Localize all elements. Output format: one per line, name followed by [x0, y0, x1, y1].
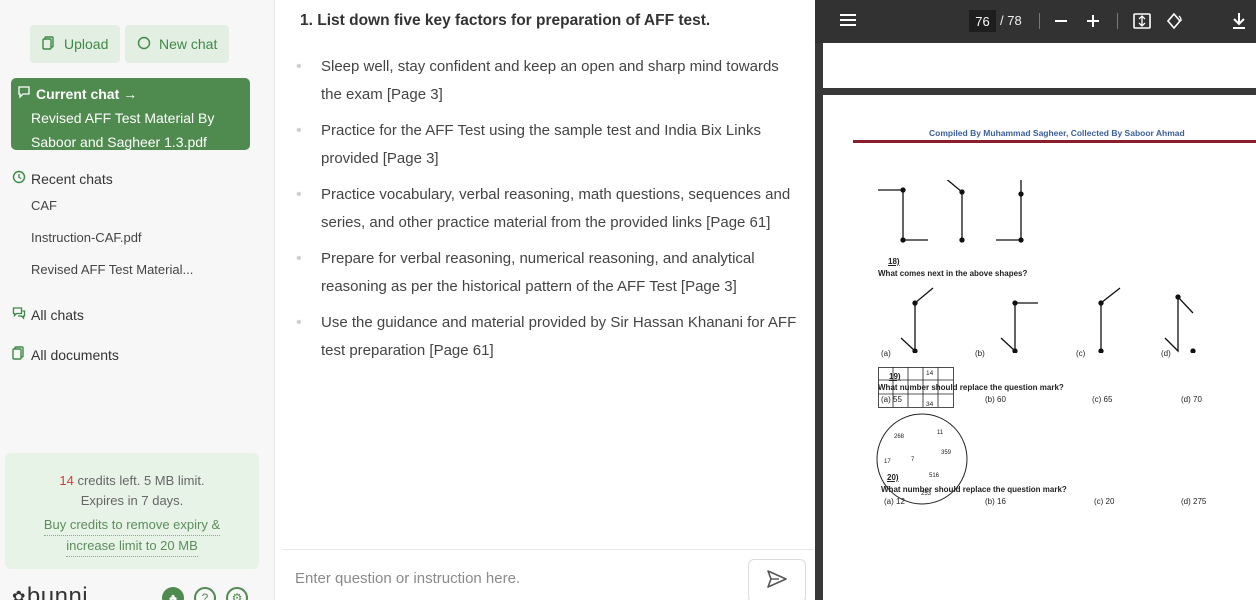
current-chat-card[interactable]: Current chat → Revised AFF Test Material…	[11, 78, 250, 150]
recent-chats-heading: Recent chats	[12, 170, 113, 187]
settings-icon[interactable]: ⚙	[226, 587, 248, 600]
new-chat-label: New chat	[159, 36, 218, 52]
tree-icon[interactable]: ♣	[162, 587, 184, 600]
q20-option-b: (b) 16	[985, 497, 1006, 506]
q19-option-d: (d) 70	[1181, 395, 1202, 404]
chat-bubble-icon	[17, 82, 31, 106]
q20-option-d: (d) 275	[1181, 497, 1207, 506]
q18-figure-sequence	[878, 180, 1024, 243]
q20-circle-value: 516	[929, 473, 940, 479]
q18-option-d: (d)	[1161, 349, 1171, 358]
credits-panel: 14 credits left. 5 MB limit. Expires in …	[5, 453, 259, 569]
answer-item: Use the guidance and material provided b…	[296, 309, 800, 365]
bunni-logo: ✿ bunni	[12, 583, 88, 600]
q19-option-c: (c) 65	[1092, 395, 1113, 404]
q20-circle-value: 11	[937, 430, 944, 436]
q19-grid-value: 14	[926, 370, 934, 377]
pdf-toolbar: 76 / 78	[815, 0, 1256, 43]
q18-text: What comes next in the above shapes?	[878, 269, 1028, 278]
toolbar-divider	[1039, 13, 1040, 29]
current-chat-heading: Current chat →	[36, 86, 138, 102]
current-chat-title-line1: Revised AFF Test Material By	[31, 110, 215, 126]
answer-item: Sleep well, stay confident and keep an o…	[296, 53, 800, 109]
chat-input-bar	[283, 549, 813, 600]
fit-page-icon[interactable]	[1133, 11, 1151, 36]
send-icon	[766, 569, 788, 594]
upload-label: Upload	[64, 36, 109, 52]
q20-circle-value: 17	[884, 459, 891, 465]
q19-grid-value: 34	[926, 401, 934, 408]
chat-panel: 1. List down five key factors for prepar…	[275, 0, 815, 600]
sidebar: Upload New chat Current chat → Revised A…	[0, 0, 275, 600]
q18-option-figures	[900, 287, 1196, 353]
bottom-icons: ♣ ? ⚙	[162, 587, 248, 600]
recent-chat-item[interactable]: CAF	[31, 198, 57, 213]
recent-chats-label: Recent chats	[31, 170, 113, 187]
leaf-icon: ✿	[12, 589, 26, 600]
zoom-out-icon[interactable]	[1053, 11, 1069, 36]
q20-circle-value: 359	[941, 450, 952, 456]
q20-option-a: (a) 12	[884, 497, 905, 506]
all-chats-link[interactable]: All chats	[12, 306, 84, 323]
all-documents-label: All documents	[31, 346, 119, 363]
download-icon[interactable]	[1231, 11, 1247, 36]
q19-number: 19)	[889, 372, 901, 381]
answer-item: Practice for the AFF Test using the samp…	[296, 117, 800, 173]
chat-question: 1. List down five key factors for prepar…	[300, 12, 711, 29]
q18-option-c: (c)	[1076, 349, 1086, 358]
pdf-page-current: Compiled By Muhammad Sagheer, Collected …	[823, 95, 1256, 600]
credits-text: credits left. 5 MB limit.	[73, 473, 205, 488]
chats-icon	[12, 306, 26, 323]
q20-number: 20)	[887, 473, 899, 482]
q19-text: What number should replace the question …	[878, 383, 1064, 392]
logo-text: bunni	[26, 583, 89, 600]
page-number-input[interactable]: 76	[969, 10, 996, 32]
expiry-text: Expires in 7 days.	[80, 493, 184, 508]
answer-item: Practice vocabulary, verbal reasoning, m…	[296, 181, 800, 237]
q19-option-b: (b) 60	[985, 395, 1006, 404]
q19-option-a: (a) 55	[881, 395, 902, 404]
rotate-icon[interactable]	[1165, 11, 1183, 36]
pdf-page-previous	[823, 43, 1256, 88]
new-chat-button[interactable]: New chat	[125, 25, 230, 63]
chat-bubble-icon	[137, 36, 151, 53]
page-total: / 78	[1000, 13, 1022, 28]
q20-circle-value: 268	[894, 434, 905, 440]
q18-option-b: (b)	[975, 349, 985, 358]
q20-circle-value: 7	[911, 457, 915, 463]
all-chats-label: All chats	[31, 306, 84, 323]
buy-credits-link-line2[interactable]: increase limit to 20 MB	[66, 536, 198, 557]
q18-option-a: (a)	[881, 349, 891, 358]
upload-button[interactable]: Upload	[30, 25, 121, 63]
current-chat-title-line2: Saboor and Sagheer 1.3.pdf	[31, 134, 207, 150]
q20-text: What number should replace the question …	[881, 485, 1067, 494]
question-input[interactable]	[295, 570, 725, 587]
all-documents-link[interactable]: All documents	[12, 346, 119, 363]
zoom-in-icon[interactable]	[1085, 11, 1101, 36]
pdf-header-text: Compiled By Muhammad Sagheer, Collected …	[929, 128, 1185, 138]
pdf-header-rule	[853, 140, 1256, 143]
q20-option-c: (c) 20	[1094, 497, 1115, 506]
recent-chat-item[interactable]: Revised AFF Test Material...	[31, 262, 193, 277]
pdf-viewer: 76 / 78 Compiled By Muhammad Sagheer, Co…	[815, 0, 1256, 600]
documents-icon	[12, 346, 26, 363]
toolbar-divider	[1117, 13, 1118, 29]
help-icon[interactable]: ?	[194, 587, 216, 600]
clock-icon	[12, 170, 26, 187]
credits-info: 14 credits left. 5 MB limit.	[5, 471, 259, 491]
credits-count: 14	[59, 473, 74, 488]
q18-number: 18)	[888, 257, 900, 266]
answer-list: Sleep well, stay confident and keep an o…	[296, 53, 800, 373]
send-button[interactable]	[748, 559, 806, 600]
upload-icon	[42, 35, 56, 53]
menu-icon[interactable]	[839, 12, 857, 33]
answer-item: Prepare for verbal reasoning, numerical …	[296, 245, 800, 301]
recent-chat-item[interactable]: Instruction-CAF.pdf	[31, 230, 142, 245]
buy-credits-link-line1[interactable]: Buy credits to remove expiry &	[43, 515, 221, 536]
